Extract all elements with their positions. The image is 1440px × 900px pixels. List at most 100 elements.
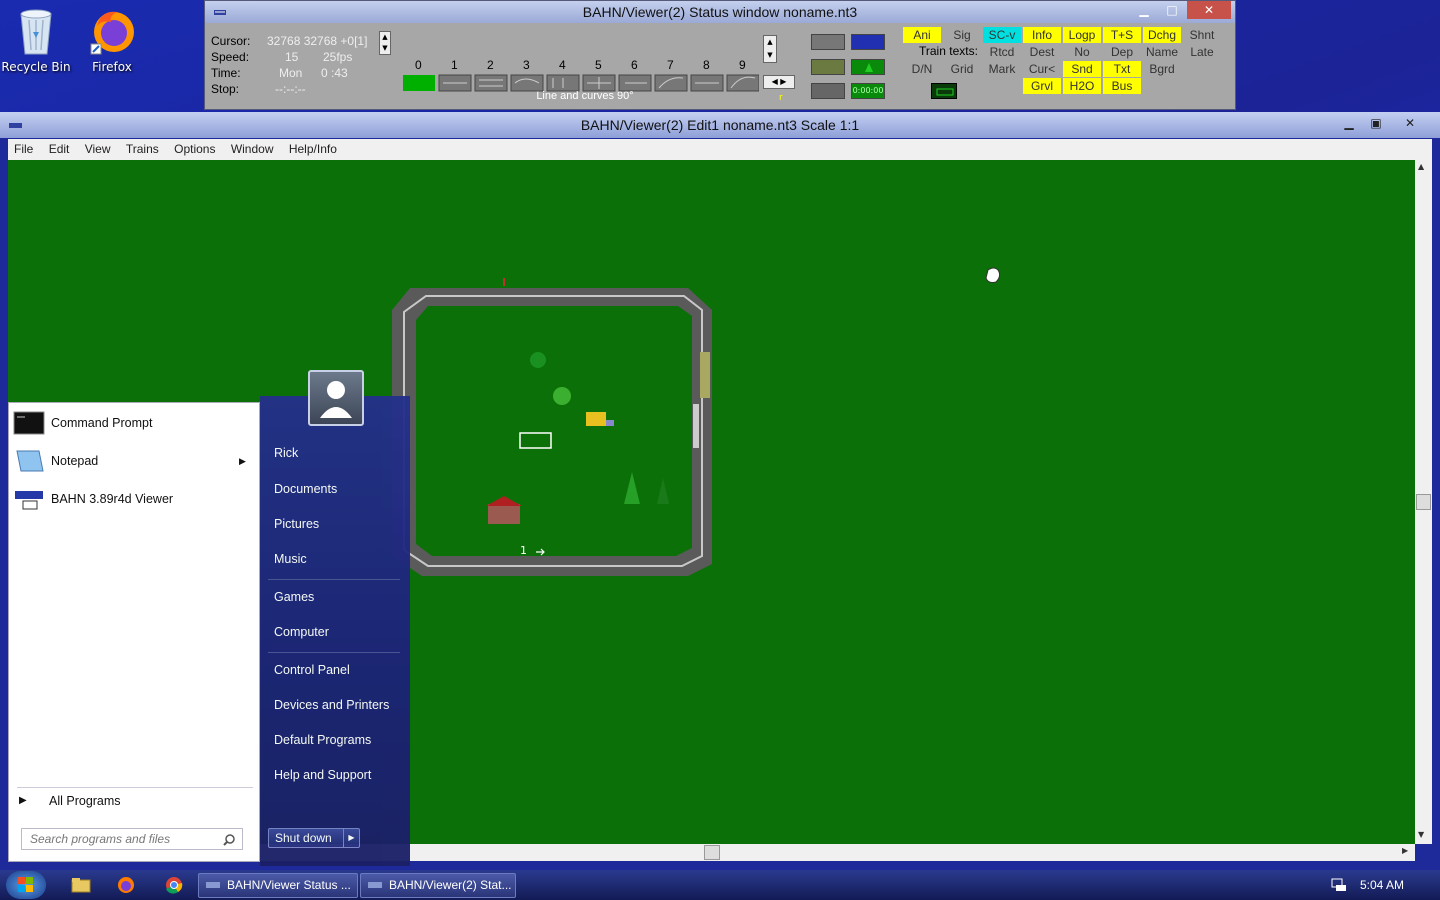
btn-grid[interactable]: Grid bbox=[943, 61, 981, 77]
track-scroll-vertical[interactable]: ▲ ▼ bbox=[763, 35, 777, 63]
btn-name[interactable]: Name bbox=[1143, 44, 1181, 60]
btn-info[interactable]: Info bbox=[1023, 27, 1061, 43]
cursor-value: 32768 32768 +0[1] bbox=[267, 34, 368, 48]
app-menu-icon[interactable] bbox=[213, 7, 227, 17]
scroll-up-icon[interactable]: ▲ bbox=[1418, 162, 1424, 171]
desktop-firefox[interactable]: Firefox bbox=[76, 6, 148, 74]
track-number-7[interactable]: 7 bbox=[667, 58, 674, 72]
link-devices-and-printers[interactable]: Devices and Printers bbox=[274, 698, 389, 712]
taskbar-clock[interactable]: 5:04 AM bbox=[1360, 878, 1404, 892]
track-number-2[interactable]: 2 bbox=[487, 58, 494, 72]
btn-grvl[interactable]: Grvl bbox=[1023, 78, 1061, 94]
scroll-right-icon[interactable]: ▶ bbox=[1402, 846, 1408, 855]
btn-bgrd[interactable]: Bgrd bbox=[1143, 61, 1181, 77]
track-number-5[interactable]: 5 bbox=[595, 58, 602, 72]
btn-mark[interactable]: Mark bbox=[983, 61, 1021, 77]
btn-dest[interactable]: Dest bbox=[1023, 44, 1061, 60]
btn-shnt[interactable]: Shnt bbox=[1183, 27, 1221, 43]
track-number-0[interactable]: 0 bbox=[415, 58, 422, 72]
vertical-scrollbar[interactable]: ▲ ▼ bbox=[1415, 160, 1432, 844]
link-computer[interactable]: Computer bbox=[274, 625, 329, 639]
windows-logo-icon bbox=[18, 877, 33, 892]
network-icon[interactable] bbox=[1330, 877, 1348, 893]
firefox-taskbar-icon[interactable] bbox=[116, 875, 136, 895]
cursor-spinner[interactable]: ▲ ▼ bbox=[379, 31, 391, 55]
track-number-1[interactable]: 1 bbox=[451, 58, 458, 72]
menu-help-info[interactable]: Help/Info bbox=[283, 139, 343, 160]
btn-snd[interactable]: Snd bbox=[1063, 61, 1101, 77]
menu-options[interactable]: Options bbox=[168, 139, 221, 160]
link-control-panel[interactable]: Control Panel bbox=[274, 663, 350, 677]
all-programs[interactable]: ▶ All Programs bbox=[9, 785, 259, 817]
search-input[interactable]: Search programs and files bbox=[21, 828, 243, 850]
editor-window-titlebar[interactable]: BAHN/Viewer(2) Edit1 noname.nt3 Scale 1:… bbox=[0, 112, 1440, 138]
minimize-button[interactable]: ▁ bbox=[1131, 1, 1157, 19]
cursor-label: Cursor: bbox=[211, 34, 251, 48]
maximize-button[interactable]: □ bbox=[1159, 1, 1185, 19]
track-number-8[interactable]: 8 bbox=[703, 58, 710, 72]
shutdown-button[interactable]: Shut down ▶ bbox=[268, 828, 360, 848]
menu-edit[interactable]: Edit bbox=[43, 139, 76, 160]
editor-maximize-button[interactable]: ▣ bbox=[1363, 114, 1389, 132]
link-documents[interactable]: Documents bbox=[274, 482, 337, 496]
view-toggle-tracks[interactable] bbox=[811, 34, 845, 50]
horizontal-scroll-thumb[interactable] bbox=[704, 845, 720, 860]
user-name[interactable]: Rick bbox=[274, 446, 298, 460]
menu-view[interactable]: View bbox=[79, 139, 117, 160]
link-music[interactable]: Music bbox=[274, 552, 307, 566]
view-toggle-ground[interactable] bbox=[811, 83, 845, 99]
stop-label: Stop: bbox=[211, 82, 240, 96]
btn-sig[interactable]: Sig bbox=[943, 27, 981, 43]
vertical-scroll-thumb[interactable] bbox=[1416, 494, 1431, 510]
editor-app-menu-icon[interactable] bbox=[8, 120, 24, 130]
btn-late[interactable]: Late bbox=[1183, 44, 1221, 60]
btn-txt[interactable]: Txt bbox=[1103, 61, 1141, 77]
user-avatar[interactable] bbox=[308, 370, 364, 426]
btn-dn[interactable]: D/N bbox=[903, 61, 941, 77]
btn-sc-v[interactable]: SC-v bbox=[983, 27, 1021, 43]
train-icon-button[interactable] bbox=[931, 83, 957, 99]
btn-rtcd[interactable]: Rtcd bbox=[983, 44, 1021, 60]
menu-trains[interactable]: Trains bbox=[120, 139, 165, 160]
editor-minimize-button[interactable]: ▁ bbox=[1336, 114, 1362, 132]
pinned-notepad[interactable]: Notepad ▶ bbox=[9, 445, 259, 477]
track-number-6[interactable]: 6 bbox=[631, 58, 638, 72]
editor-close-button[interactable]: ✕ bbox=[1390, 114, 1430, 132]
track-number-3[interactable]: 3 bbox=[523, 58, 530, 72]
btn-cur[interactable]: Cur< bbox=[1023, 61, 1061, 77]
scroll-down-icon[interactable]: ▼ bbox=[1418, 830, 1424, 839]
btn-logp[interactable]: Logp bbox=[1063, 27, 1101, 43]
close-button[interactable]: ✕ bbox=[1187, 1, 1231, 19]
desktop-recycle-bin[interactable]: Recycle Bin bbox=[0, 6, 72, 74]
btn-t-s[interactable]: T+S bbox=[1103, 27, 1141, 43]
pinned-bahn-viewer[interactable]: BAHN 3.89r4d Viewer bbox=[9, 483, 259, 515]
link-pictures[interactable]: Pictures bbox=[274, 517, 319, 531]
btn-dep[interactable]: Dep bbox=[1103, 44, 1141, 60]
btn-bus[interactable]: Bus bbox=[1103, 78, 1141, 94]
btn-dchg[interactable]: Dchg bbox=[1143, 27, 1181, 43]
shutdown-options-arrow-icon[interactable]: ▶ bbox=[343, 829, 359, 847]
btn-h2o[interactable]: H2O bbox=[1063, 78, 1101, 94]
track-number-4[interactable]: 4 bbox=[559, 58, 566, 72]
status-window-titlebar[interactable]: BAHN/Viewer(2) Status window noname.nt3 bbox=[205, 1, 1235, 23]
pinned-command-prompt[interactable]: Command Prompt bbox=[9, 407, 259, 439]
search-icon[interactable] bbox=[222, 833, 236, 847]
view-toggle-trees[interactable] bbox=[851, 59, 885, 75]
track-number-9[interactable]: 9 bbox=[739, 58, 746, 72]
taskbar-button-status-2[interactable]: BAHN/Viewer(2) Stat... bbox=[360, 873, 516, 898]
link-help-and-support[interactable]: Help and Support bbox=[274, 768, 371, 782]
link-games[interactable]: Games bbox=[274, 590, 314, 604]
view-toggle-terrain[interactable] bbox=[811, 59, 845, 75]
menu-file[interactable]: File bbox=[8, 139, 39, 160]
view-toggle-night[interactable] bbox=[851, 34, 885, 50]
chrome-icon[interactable] bbox=[164, 875, 184, 895]
btn-ani[interactable]: Ani bbox=[903, 27, 941, 43]
taskbar-button-status[interactable]: BAHN/Viewer Status ... bbox=[198, 873, 358, 898]
link-default-programs[interactable]: Default Programs bbox=[274, 733, 371, 747]
btn-no[interactable]: No bbox=[1063, 44, 1101, 60]
menu-window[interactable]: Window bbox=[225, 139, 280, 160]
start-button[interactable] bbox=[6, 871, 46, 899]
track-scroll-horizontal[interactable]: ◀ ▶ bbox=[763, 75, 795, 89]
submenu-arrow-icon[interactable]: ▶ bbox=[239, 445, 246, 477]
explorer-icon[interactable] bbox=[70, 876, 92, 894]
